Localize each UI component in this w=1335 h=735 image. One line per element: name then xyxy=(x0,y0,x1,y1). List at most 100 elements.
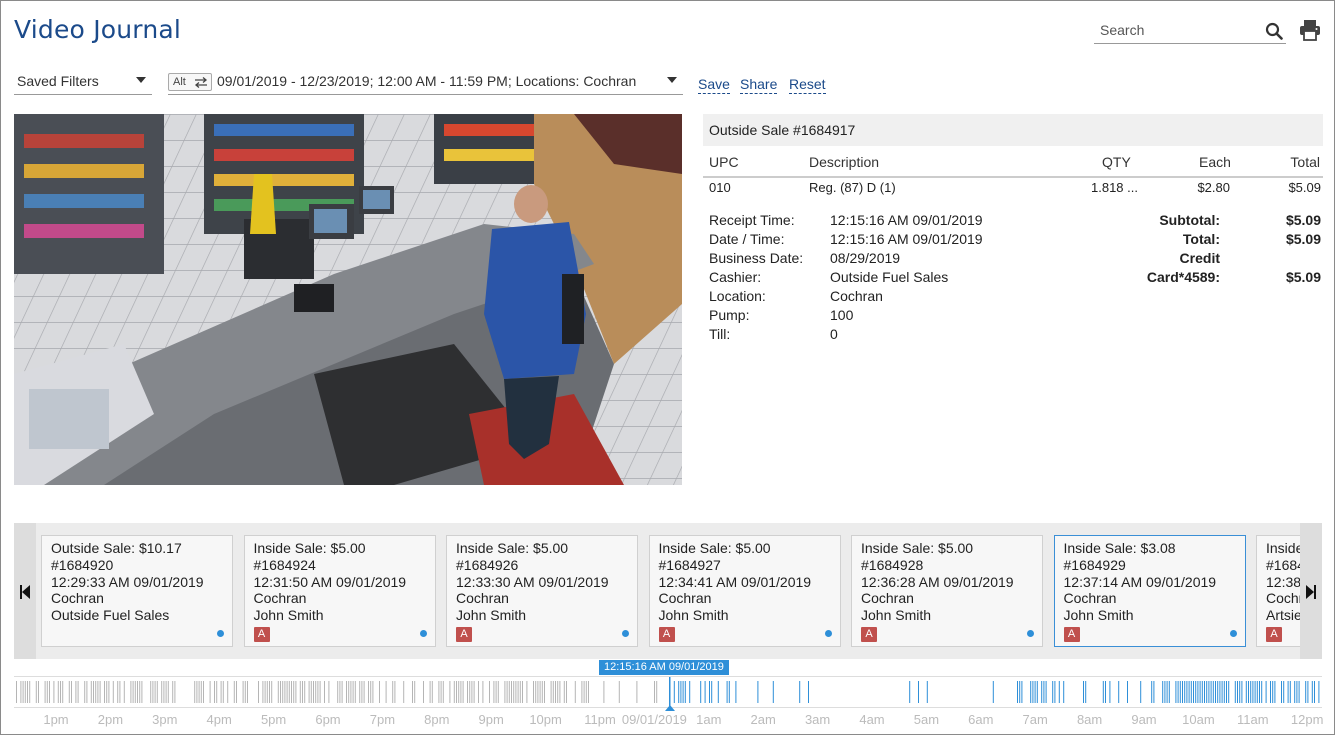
timeline-tick xyxy=(581,681,583,703)
timeline-tick xyxy=(165,681,167,703)
timeline-tick xyxy=(302,681,303,703)
transaction-card[interactable]: Outside Sale: $10.17 #1684920 12:29:33 AM … xyxy=(41,535,233,647)
timeline-tick xyxy=(194,681,196,703)
timeline-tick xyxy=(1197,681,1199,703)
timeline-tick xyxy=(372,681,374,703)
timeline-tick xyxy=(154,681,156,703)
timeline-tick xyxy=(262,681,264,703)
timeline-tick xyxy=(49,681,50,703)
timeline-tick xyxy=(557,681,559,703)
share-button[interactable]: Share xyxy=(740,76,778,94)
timeline-tick xyxy=(423,681,424,703)
timeline-tick xyxy=(414,681,416,703)
timeline-tick xyxy=(1188,681,1190,703)
video-available-dot xyxy=(622,630,629,637)
video-player[interactable] xyxy=(14,114,682,485)
timeline-tick xyxy=(1199,681,1201,703)
timeline-tick xyxy=(1245,681,1247,703)
search-input[interactable] xyxy=(1094,18,1259,42)
timeline-tick xyxy=(1204,681,1205,703)
item-each: $2.80 xyxy=(1197,180,1230,195)
filter-summary-dropdown[interactable]: Alt 09/01/2019 - 12/23/2019; 12:00 AM - … xyxy=(168,67,683,95)
timeline-tick xyxy=(1241,681,1243,703)
alt-toggle-button[interactable]: Alt xyxy=(168,73,212,91)
transaction-time: 12:36:28 AM 09/01/2019 xyxy=(861,573,1014,590)
timeline-tick xyxy=(379,681,380,703)
timeline-tick xyxy=(108,681,110,703)
timeline-tick xyxy=(1162,681,1164,703)
timeline-tick xyxy=(75,681,77,703)
transaction-card[interactable]: Inside Sale: $5.00 #1684924 12:31:50 AM 09… xyxy=(243,535,436,647)
timeline-tick xyxy=(680,681,682,703)
timeline-tick xyxy=(1177,681,1179,703)
timeline-tick xyxy=(1206,681,1208,703)
timeline-tick xyxy=(726,681,728,703)
timeline-tick xyxy=(90,681,92,703)
reset-button[interactable]: Reset xyxy=(789,76,826,94)
carousel-next-button[interactable] xyxy=(1300,523,1322,659)
transaction-card[interactable]: Inside Sale: $3.08 #1684929 12:37:14 AM 09… xyxy=(1053,535,1246,647)
column-header-upc: UPC xyxy=(709,154,739,170)
timeline-tick xyxy=(271,681,273,703)
transaction-card[interactable]: Inside Sale: $5.00 #1684926 12:33:30 AM 09… xyxy=(446,535,638,647)
carousel-prev-button[interactable] xyxy=(14,523,36,659)
search-icon[interactable] xyxy=(1265,22,1283,40)
timeline-tick xyxy=(139,681,141,703)
timeline-hour-label: 8pm xyxy=(424,712,450,727)
transaction-number: #1684926 xyxy=(456,556,519,573)
timeline-tick xyxy=(728,681,730,703)
save-button[interactable]: Save xyxy=(698,76,730,94)
timeline-tick xyxy=(370,681,372,703)
transaction-card[interactable]: Inside Sale: $5.00#168493012:38:02 AM 09… xyxy=(1256,535,1300,647)
timeline-hour-label: 7pm xyxy=(369,712,396,727)
transaction-location: Cochran xyxy=(456,590,509,607)
timeline-tick xyxy=(350,681,352,703)
timeline-tick xyxy=(1239,681,1241,703)
transaction-time: 12:38:02 AM 09/01/2019 xyxy=(1266,573,1300,590)
alt-label: Alt xyxy=(173,76,186,88)
timeline-tick xyxy=(46,681,48,703)
transaction-card[interactable]: Inside Sale: $5.00 #1684928 12:36:28 AM 09… xyxy=(851,535,1043,647)
timeline-tick xyxy=(1054,681,1056,703)
timeline-tick xyxy=(1228,681,1230,703)
timeline-tick xyxy=(167,681,169,703)
timeline-tick xyxy=(1318,681,1320,703)
audit-badge: A xyxy=(253,627,270,642)
transaction-cashier: Artsie xyxy=(1266,607,1300,624)
timeline-tick xyxy=(1021,681,1023,703)
timeline-tick xyxy=(236,681,237,703)
timeline-playhead[interactable] xyxy=(665,705,675,711)
timeline-tick xyxy=(57,681,59,703)
timeline-tick xyxy=(1223,681,1225,703)
timeline-tick xyxy=(517,681,519,703)
receipt-time-value: 12:15:16 AM 09/01/2019 xyxy=(830,212,983,228)
timeline-tick xyxy=(478,681,479,703)
pump-value: 100 xyxy=(830,307,854,323)
timeline-scrubber[interactable] xyxy=(14,676,1322,708)
transaction-time: 12:33:30 AM 09/01/2019 xyxy=(456,573,609,590)
timeline-tick xyxy=(104,681,105,703)
skip-forward-icon xyxy=(1306,585,1316,599)
timeline-tick xyxy=(172,681,174,703)
timeline-tick xyxy=(134,681,136,703)
item-upc: 010 xyxy=(709,180,731,195)
timeline-tick xyxy=(346,681,347,703)
timeline-tick xyxy=(288,681,290,703)
timeline-tick xyxy=(1041,681,1043,703)
timeline-hour-label: 4pm xyxy=(206,712,232,727)
filter-summary-text: 09/01/2019 - 12/23/2019; 12:00 AM - 11:5… xyxy=(217,73,637,89)
video-available-dot xyxy=(1229,630,1237,637)
receipt-time-label: Receipt Time: xyxy=(709,212,795,228)
transaction-cashier: John Smith xyxy=(861,607,932,624)
timeline-tick xyxy=(678,681,680,703)
video-available-dot xyxy=(824,630,832,637)
print-icon[interactable] xyxy=(1299,19,1321,41)
transaction-card[interactable]: Inside Sale: $5.00 #1684927 12:34:41 AM 09… xyxy=(648,535,841,647)
timeline-tick xyxy=(352,681,354,703)
timeline-tick xyxy=(244,681,246,703)
timeline-tick xyxy=(84,681,86,703)
saved-filters-dropdown[interactable]: Saved Filters xyxy=(14,67,152,95)
timeline-tick xyxy=(522,681,523,703)
transaction-title: Inside Sale: $3.08 xyxy=(1063,540,1176,556)
timeline-tick xyxy=(1182,681,1183,703)
